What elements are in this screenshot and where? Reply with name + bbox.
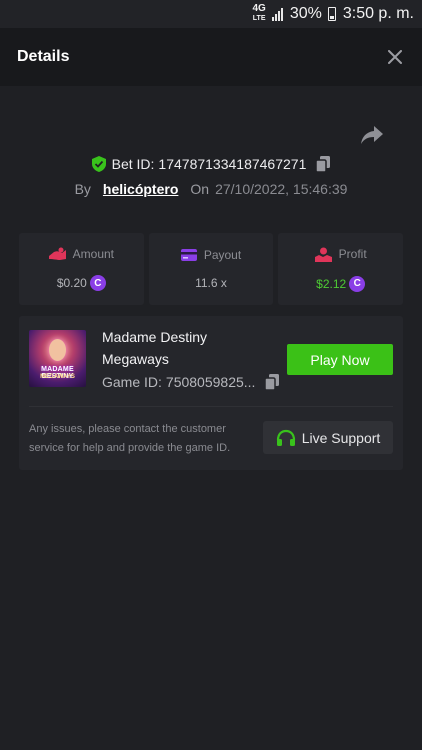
amount-card: Amount $0.20 C	[19, 233, 144, 305]
copy-game-id-button[interactable]	[264, 374, 280, 391]
coin-icon: C	[89, 275, 106, 291]
network-subtype: LTE	[252, 15, 266, 22]
payout-header: Payout	[180, 248, 242, 262]
network-indicator: 4G LTE	[252, 4, 265, 24]
close-button[interactable]	[385, 47, 405, 67]
bet-stats: Amount $0.20 C Payout 11.6 x Profit $2.1…	[19, 233, 404, 305]
clock: 3:50 p. m.	[342, 5, 414, 22]
bet-id-label: Bet ID:	[111, 156, 155, 172]
game-id-row: Game ID: 7508059825...	[102, 374, 280, 391]
battery-icon	[327, 7, 336, 21]
game-id-value: 7508059825...	[165, 374, 256, 390]
by-label: By	[74, 181, 91, 197]
profit-value: $2.12	[316, 276, 347, 291]
signal-icon	[271, 7, 283, 21]
battery-percent: 30%	[289, 5, 322, 22]
copy-icon	[264, 374, 280, 391]
coin-icon: C	[349, 275, 366, 292]
copy-icon	[315, 156, 331, 173]
profit-label: Profit	[338, 247, 367, 261]
thumbnail-subtitle: MEGAWAYS	[40, 374, 75, 380]
support-message: Any issues, please contact the customer …	[29, 423, 231, 454]
game-thumbnail[interactable]: MADAME DESTINY MEGAWAYS	[29, 330, 86, 387]
live-support-label: Live Support	[301, 429, 381, 446]
bet-by-row: By helicóptero On 27/10/2022, 15:46:39	[0, 179, 422, 199]
amount-header: Amount	[48, 247, 115, 261]
details-header: Details	[0, 28, 422, 86]
bet-id-value: 1747871334187467271	[158, 156, 307, 172]
payout-value-row: 11.6 x	[195, 276, 227, 290]
amount-label: Amount	[72, 247, 115, 261]
profit-value-row: $2.12 C	[316, 275, 366, 292]
divider	[29, 406, 393, 407]
profit-card: Profit $2.12 C	[278, 233, 404, 305]
game-card: MADAME DESTINY MEGAWAYS Madame Destiny M…	[19, 316, 403, 470]
profit-header: Profit	[314, 247, 367, 262]
page-title: Details	[17, 48, 70, 65]
shield-check-icon	[91, 156, 106, 172]
username-link[interactable]: helicóptero	[103, 181, 178, 197]
amount-icon	[48, 247, 66, 260]
headset-icon	[276, 429, 295, 446]
share-icon	[361, 126, 383, 144]
payout-icon	[180, 249, 197, 261]
payout-value: 11.6 x	[195, 276, 227, 290]
amount-value-row: $0.20 C	[57, 275, 106, 291]
profit-icon	[314, 247, 332, 262]
status-bar: 4G LTE 30% 3:50 p. m.	[0, 0, 422, 28]
on-label: On	[190, 181, 210, 197]
game-name: Madame Destiny Megaways	[102, 329, 208, 367]
amount-value: $0.20	[56, 276, 87, 290]
bet-date: 27/10/2022, 15:46:39	[215, 181, 348, 197]
bet-id-row: Bet ID: 1747871334187467271	[0, 153, 422, 175]
copy-bet-id-button[interactable]	[315, 156, 331, 173]
share-button[interactable]	[360, 124, 384, 146]
game-id-label: Game ID:	[102, 374, 162, 390]
live-support-button[interactable]: Live Support	[263, 421, 393, 454]
play-now-button[interactable]: Play Now	[287, 344, 393, 375]
payout-card: Payout 11.6 x	[148, 233, 274, 305]
close-icon	[388, 50, 402, 64]
thumbnail-figure	[49, 339, 66, 361]
network-type: 4G	[252, 3, 266, 14]
payout-label: Payout	[203, 248, 242, 262]
